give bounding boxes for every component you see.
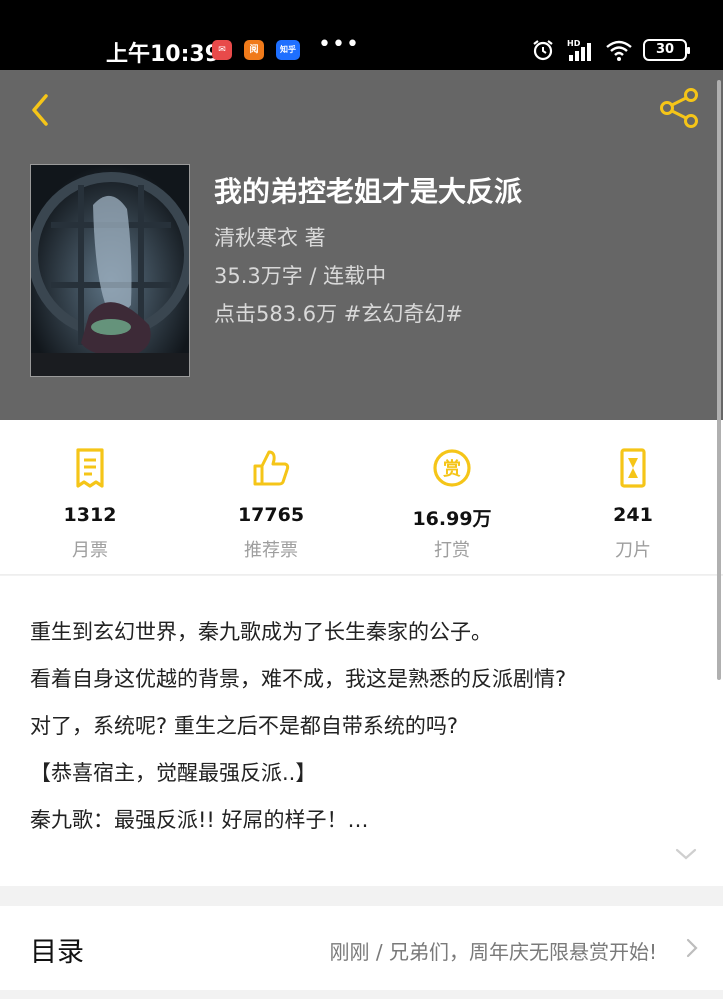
stat-label: 打赏 bbox=[434, 540, 470, 561]
chevron-left-icon bbox=[32, 94, 48, 126]
stat-reward[interactable]: 赏 16.99万 打赏 bbox=[362, 420, 542, 575]
stat-monthly-ticket[interactable]: 1312 月票 bbox=[0, 420, 180, 575]
blade-icon bbox=[620, 448, 646, 488]
stat-value: 241 bbox=[613, 504, 653, 526]
scrollbar[interactable] bbox=[717, 80, 721, 680]
book-title: 我的弟控老姐才是大反派 bbox=[214, 175, 523, 208]
share-icon bbox=[660, 88, 698, 128]
reader-app-icon: 阅 bbox=[244, 40, 264, 60]
back-button[interactable] bbox=[22, 88, 62, 132]
book-clicks-genre: 点击583.6万 #玄幻奇幻# bbox=[214, 302, 463, 326]
battery-icon: 30 bbox=[643, 39, 690, 61]
monthly-ticket-icon bbox=[76, 448, 104, 488]
mail-app-icon: ✉ bbox=[212, 40, 232, 60]
more-notifications-icon: ••• bbox=[318, 32, 360, 57]
zhihu-app-icon: 知乎 bbox=[276, 40, 300, 60]
catalog-title: 目录 bbox=[30, 937, 84, 968]
expand-synopsis-icon[interactable] bbox=[674, 846, 698, 862]
stat-value: 16.99万 bbox=[412, 508, 492, 530]
svg-text:HD: HD bbox=[567, 39, 581, 48]
thumbs-up-icon bbox=[253, 450, 290, 486]
stat-recommend-ticket[interactable]: 17765 推荐票 bbox=[181, 420, 361, 575]
reward-coin-icon: 赏 bbox=[433, 449, 471, 487]
alarm-icon bbox=[533, 40, 553, 61]
synopsis-line: 秦九歌：最强反派!! 好屌的样子！… bbox=[30, 808, 369, 832]
svg-text:赏: 赏 bbox=[443, 458, 461, 480]
catalog-row[interactable]: 目录 刚刚 / 兄弟们，周年庆无限悬赏开始! bbox=[0, 906, 723, 990]
book-cover-image[interactable] bbox=[30, 164, 190, 377]
stat-label: 推荐票 bbox=[244, 540, 298, 561]
stat-label: 刀片 bbox=[615, 540, 651, 561]
chevron-right-icon bbox=[686, 938, 698, 958]
book-synopsis[interactable]: 重生到玄幻世界，秦九歌成为了长生秦家的公子。 看着自身这优越的背景，难不成，我这… bbox=[0, 576, 723, 886]
latest-chapter: 刚刚 / 兄弟们，周年庆无限悬赏开始! bbox=[329, 940, 657, 964]
book-stats: 1312 月票 17765 推荐票 赏 16.99万 打赏 241 刀片 bbox=[0, 420, 723, 575]
synopsis-line: 看着自身这优越的背景，难不成，我这是熟悉的反派剧情? bbox=[30, 667, 567, 691]
synopsis-line: 对了，系统呢? 重生之后不是都自带系统的吗? bbox=[30, 714, 458, 738]
synopsis-line: 重生到玄幻世界，秦九歌成为了长生秦家的公子。 bbox=[30, 620, 492, 644]
book-header: 我的弟控老姐才是大反派 清秋寒衣 著 35.3万字 / 连载中 点击583.6万… bbox=[0, 70, 723, 420]
stat-label: 月票 bbox=[72, 540, 108, 561]
book-author: 清秋寒衣 著 bbox=[214, 226, 326, 250]
status-indicators: HD 30 bbox=[531, 38, 690, 62]
wifi-icon bbox=[606, 40, 632, 61]
status-time: 上午10:39 bbox=[106, 42, 221, 67]
status-bar: 上午10:39 ✉ 阅 知乎 ••• HD 30 bbox=[0, 0, 723, 70]
signal-icon: HD bbox=[567, 39, 591, 61]
share-button[interactable] bbox=[657, 86, 701, 130]
stat-value: 17765 bbox=[237, 504, 305, 526]
stat-blade[interactable]: 241 刀片 bbox=[543, 420, 723, 575]
book-word-count-status: 35.3万字 / 连载中 bbox=[214, 264, 387, 288]
synopsis-line: 【恭喜宿主，觉醒最强反派..】 bbox=[30, 761, 317, 785]
stat-value: 1312 bbox=[63, 504, 117, 526]
